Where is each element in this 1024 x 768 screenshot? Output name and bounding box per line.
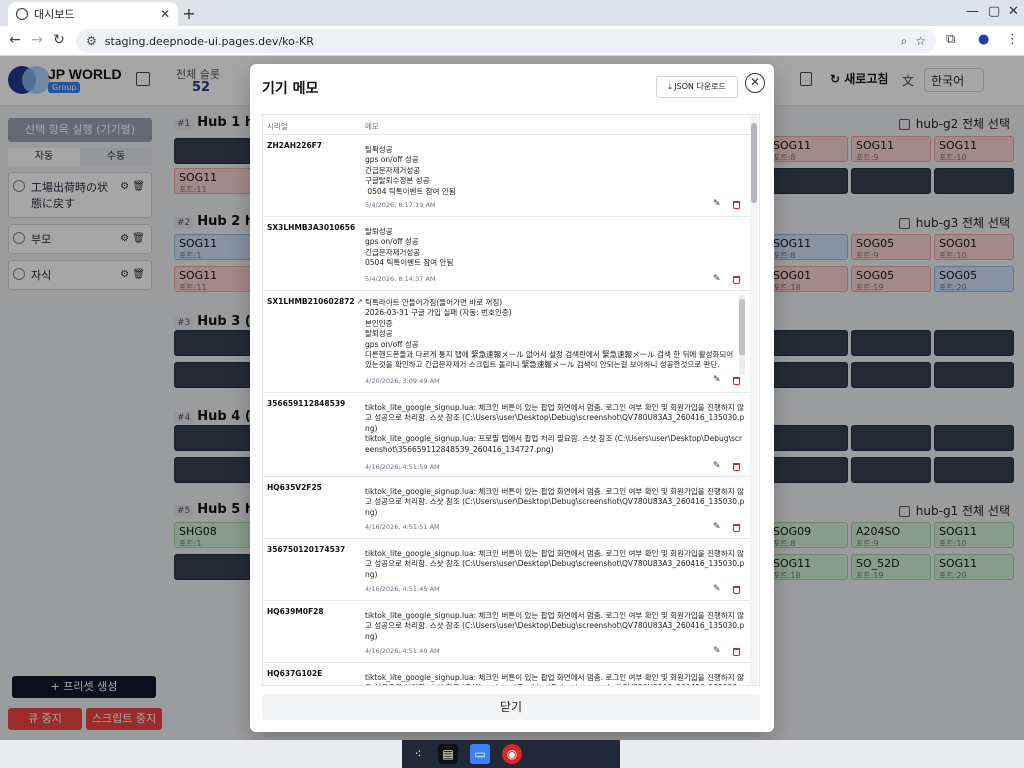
memo-text: tiktok_lite_google_signup.lua: 체크인 버튼이 있… <box>365 673 744 685</box>
zoom-icon[interactable]: ⌕ <box>901 34 908 49</box>
files-icon[interactable]: ▭ <box>470 744 490 764</box>
maximize-icon[interactable]: ▢ <box>988 4 1000 19</box>
pencil-icon[interactable]: ✎ <box>713 274 721 284</box>
table-row: 356750120174537 tiktok_lite_google_signu… <box>263 539 751 601</box>
back-icon[interactable]: ← <box>6 32 24 48</box>
serial: SX1LHMB210602872 ↗ <box>267 297 363 306</box>
address-bar[interactable]: ⚙ staging.deepnode-ui.pages.dev/ko-KR ⌕ … <box>76 29 936 53</box>
timestamp: 4/16/2026, 4:51:59 AM <box>365 463 440 471</box>
window-close-icon[interactable]: ✕ <box>1008 4 1019 19</box>
table-row: 356659112848539 tiktok_lite_google_signu… <box>263 393 751 477</box>
list-scrollbar[interactable] <box>750 115 758 685</box>
memo-text: tiktok_lite_google_signup.lua: 체크인 버튼이 있… <box>365 403 745 454</box>
table-row: SX3LHMB3A3010656 탈퇴성공 gps on/off 성공 긴급문자… <box>263 217 751 291</box>
external-link-icon[interactable]: ↗ <box>357 297 363 306</box>
browser-tab[interactable]: 대시보드 ✕ <box>8 2 178 26</box>
serial: HQ637G102E <box>267 669 323 678</box>
timestamp: 5/4/2026, 8:17:19 AM <box>365 201 436 209</box>
trash-icon[interactable] <box>733 463 740 471</box>
table-row: HQ637G102E tiktok_lite_google_signup.lua… <box>263 663 751 685</box>
memo-text: tiktok_lite_google_signup.lua: 체크인 버튼이 있… <box>365 611 745 641</box>
serial: HQ639M0F28 <box>267 607 324 616</box>
col-memo: 메모 <box>365 122 379 131</box>
extensions-icon[interactable]: ⧉ <box>946 32 955 47</box>
close-button[interactable]: 닫기 <box>262 694 760 720</box>
serial: SX3LHMB3A3010656 <box>267 223 356 232</box>
table-row: HQ635V2F25 tiktok_lite_google_signup.lua… <box>263 477 751 539</box>
memo-text: 틱톡라이트 안들어가짐(들어가면 바로 꺼짐) 2026-03-31 구글 가입… <box>365 298 734 370</box>
timestamp: 4/16/2026, 4:51:40 AM <box>365 647 440 655</box>
tab-title: 대시보드 <box>34 8 75 21</box>
table-row: SX1LHMB210602872 ↗ 틱톡라이트 안들어가짐(들어가면 바로 꺼짐… <box>263 291 751 393</box>
pencil-icon[interactable]: ✎ <box>713 522 721 532</box>
list-header: 시리얼 메모 <box>263 115 751 135</box>
menu-icon[interactable]: ⋮ <box>1006 32 1019 47</box>
json-download-button[interactable]: ⤓ JSON 다운로드 <box>656 76 738 98</box>
timestamp: 4/16/2026, 4:51:45 AM <box>365 585 440 593</box>
pencil-icon[interactable]: ✎ <box>713 375 721 385</box>
browser-tabbar: 대시보드 ✕ + — ▢ ✕ <box>0 0 1024 26</box>
serial: ZH2AH226F7 <box>267 141 323 150</box>
pencil-icon[interactable]: ✎ <box>713 584 721 594</box>
col-serial: 시리얼 <box>267 122 288 131</box>
trash-icon[interactable] <box>733 377 740 385</box>
close-icon[interactable]: ✕ <box>160 7 170 21</box>
timestamp: 5/4/2026, 8:14:37 AM <box>365 275 436 283</box>
globe-icon <box>16 8 28 20</box>
forward-icon[interactable]: → <box>28 32 46 48</box>
timestamp: 4/16/2026, 4:51:51 AM <box>365 523 440 531</box>
new-tab-icon[interactable]: + <box>180 4 198 23</box>
trash-icon[interactable] <box>733 524 740 532</box>
memo-text: 틸튁성공 gps on/off 성공 긴급문자제거성공 구글탈퇴수정본 성공 0… <box>365 145 456 196</box>
trash-icon[interactable] <box>733 648 740 656</box>
os-shelf: ⁖ ▤ ▭ ◉ <box>402 740 620 768</box>
memo-scrollbar[interactable] <box>739 295 745 375</box>
device-memo-modal: 기기 메모 ⤓ JSON 다운로드 ✕ 시리얼 메모 ZH2AH226F7 틸튁… <box>250 64 774 732</box>
close-icon[interactable]: ✕ <box>745 73 765 93</box>
chrome-icon[interactable]: ◉ <box>502 744 522 764</box>
pencil-icon[interactable]: ✎ <box>713 646 721 656</box>
memo-list: 시리얼 메모 ZH2AH226F7 틸튁성공 gps on/off 성공 긴급문… <box>262 114 760 686</box>
serial: HQ635V2F25 <box>267 483 322 492</box>
launcher-icon[interactable]: ⁖ <box>408 744 428 764</box>
table-row: HQ639M0F28 tiktok_lite_google_signup.lua… <box>263 601 751 663</box>
timestamp: 4/20/2026, 3:09:49 AM <box>365 377 440 385</box>
serial: 356659112848539 <box>267 399 346 408</box>
minimize-icon[interactable]: — <box>966 4 979 19</box>
trash-icon[interactable] <box>733 201 740 209</box>
pencil-icon[interactable]: ✎ <box>713 461 721 471</box>
trash-icon[interactable] <box>733 586 740 594</box>
url-text[interactable]: staging.deepnode-ui.pages.dev/ko-KR <box>105 35 893 48</box>
terminal-icon[interactable]: ▤ <box>438 744 458 764</box>
modal-title: 기기 메모 <box>262 81 319 97</box>
table-row: ZH2AH226F7 틸튁성공 gps on/off 성공 긴급문자제거성공 구… <box>263 135 751 217</box>
reload-icon[interactable]: ↻ <box>50 32 68 48</box>
memo-text: tiktok_lite_google_signup.lua: 체크인 버튼이 있… <box>365 549 745 579</box>
bookmark-star-icon[interactable]: ☆ <box>915 34 926 48</box>
memo-text: 탈퇴성공 gps on/off 성공 긴급문자제거성공 0504 틱톡이벤트 참… <box>365 227 454 268</box>
browser-toolbar: ← → ↻ ⚙ staging.deepnode-ui.pages.dev/ko… <box>0 26 1024 56</box>
site-info-icon[interactable]: ⚙ <box>86 34 97 48</box>
download-icon: ⤓ <box>668 82 672 91</box>
pencil-icon[interactable]: ✎ <box>713 199 721 209</box>
profile-icon[interactable]: ● <box>978 32 989 47</box>
memo-text: tiktok_lite_google_signup.lua: 체크인 버튼이 있… <box>365 487 745 517</box>
serial: 356750120174537 <box>267 545 346 554</box>
trash-icon[interactable] <box>733 276 740 284</box>
